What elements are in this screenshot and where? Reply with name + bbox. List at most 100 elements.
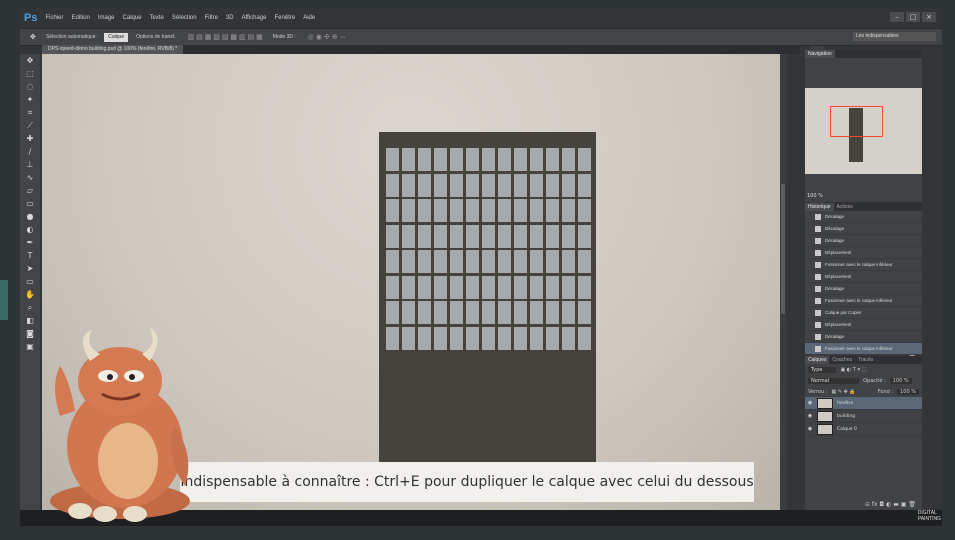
- building-window: [450, 275, 463, 299]
- history-brush-icon[interactable]: ∿: [20, 171, 40, 184]
- tab-layers[interactable]: Calques: [805, 356, 830, 364]
- healing-icon[interactable]: ✚: [20, 132, 40, 145]
- menu-edition[interactable]: Edition: [71, 15, 89, 21]
- opacity-label: Opacité :: [863, 377, 886, 384]
- building-window: [402, 199, 415, 222]
- layer-row[interactable]: ◉ building: [805, 410, 922, 423]
- history-item[interactable]: Décalage: [805, 223, 922, 235]
- layer-row[interactable]: ◉ Calque 0: [805, 423, 922, 436]
- history-item[interactable]: Déplacement: [805, 247, 922, 259]
- eyedropper-icon[interactable]: ⟋: [20, 119, 40, 132]
- 3d-icons[interactable]: ◎ ◉ ✣ ⊕ ⇔: [308, 33, 347, 41]
- building-window: [514, 148, 527, 171]
- menu-fichier[interactable]: Fichier: [45, 15, 63, 21]
- navigator-preview[interactable]: [805, 88, 922, 174]
- eraser-icon[interactable]: ▱: [20, 184, 40, 197]
- history-item[interactable]: Décalage: [805, 211, 922, 223]
- building-window: [418, 173, 431, 197]
- tab-history[interactable]: Historique: [805, 203, 834, 211]
- maximize-icon[interactable]: □: [906, 12, 920, 22]
- building-window: [482, 301, 495, 324]
- tab-actions[interactable]: Actions: [834, 203, 856, 211]
- shape-icon[interactable]: ▭: [20, 275, 40, 288]
- building-window: [482, 173, 495, 197]
- tab-channels[interactable]: Couches: [829, 356, 855, 364]
- history-item[interactable]: Décalage: [805, 283, 922, 295]
- history-item-label: Calque par Copier: [825, 310, 862, 315]
- hand-icon[interactable]: ✋: [20, 288, 40, 301]
- document-tab[interactable]: DPS-speed-démo building.psd @ 100% (fenê…: [42, 45, 184, 54]
- menu-selection[interactable]: Sélection: [172, 15, 197, 21]
- stamp-icon[interactable]: ⊥: [20, 158, 40, 171]
- building-window: [434, 326, 447, 350]
- lasso-icon[interactable]: ◌: [20, 80, 40, 93]
- building-window: [418, 199, 431, 222]
- history-item[interactable]: Déplacement: [805, 319, 922, 331]
- transform-options-label[interactable]: Options de transf.: [136, 34, 175, 40]
- opacity-field[interactable]: 100 %: [889, 377, 912, 384]
- dodge-icon[interactable]: ◐: [20, 223, 40, 236]
- building-window: [578, 148, 591, 171]
- menu-fenetre[interactable]: Fenêtre: [275, 15, 296, 21]
- building-window: [498, 199, 511, 222]
- auto-select-dropdown[interactable]: Calque: [104, 32, 129, 42]
- building-window: [450, 224, 463, 248]
- menu-filtre[interactable]: Filtre: [205, 15, 218, 21]
- zoom-value[interactable]: 100 %: [807, 193, 823, 199]
- menu-aide[interactable]: Aide: [303, 15, 315, 21]
- layer-filter-dropdown[interactable]: Type: [808, 366, 837, 373]
- canvas-scrollbar[interactable]: [780, 54, 786, 510]
- tab-navigation[interactable]: Navigation: [805, 50, 835, 58]
- minimize-icon[interactable]: –: [890, 12, 904, 22]
- menu-3d[interactable]: 3D: [226, 15, 234, 21]
- magic-wand-icon[interactable]: ✦: [20, 93, 40, 106]
- history-item[interactable]: Fusionner avec le calque inférieur: [805, 295, 922, 307]
- layer-filter-icons[interactable]: ▣ ◐ T ⌗ ⬚: [840, 367, 866, 373]
- visibility-eye-icon[interactable]: ◉: [805, 413, 815, 419]
- building-window: [386, 275, 399, 299]
- history-item[interactable]: Déplacement: [805, 271, 922, 283]
- align-icons[interactable]: ▥ ▤ ▦ ▧ ▨ ▩ ▥ ▤ ▦: [188, 33, 263, 41]
- history-item[interactable]: Décalage: [805, 331, 922, 343]
- move-tool-icon[interactable]: ✥: [30, 33, 46, 41]
- history-item[interactable]: Fusionner avec le calque inférieur: [805, 343, 922, 355]
- menu-affichage[interactable]: Affichage: [242, 15, 267, 21]
- visibility-eye-icon[interactable]: ◉: [805, 400, 815, 406]
- menu-texte[interactable]: Texte: [150, 15, 164, 21]
- gradient-icon[interactable]: ▭: [20, 197, 40, 210]
- zoom-icon[interactable]: ⌕: [20, 301, 40, 314]
- lock-icons[interactable]: ▦ ✎ ✥ 🔒: [832, 389, 856, 395]
- layers-footer-icons[interactable]: ⊝ fx ◘ ◐ ▬ ▣ 🗑: [865, 501, 916, 508]
- building-window: [418, 250, 431, 273]
- navigator-view-rect[interactable]: [830, 106, 883, 137]
- move-icon[interactable]: ✥: [20, 54, 40, 67]
- type-icon[interactable]: T: [20, 249, 40, 262]
- building-window: [562, 199, 575, 222]
- history-item[interactable]: Calque par Copier: [805, 307, 922, 319]
- building-window: [466, 148, 479, 171]
- building-window: [466, 326, 479, 350]
- tab-paths[interactable]: Tracés: [855, 356, 876, 364]
- scrollbar-thumb[interactable]: [781, 184, 785, 314]
- building-window: [450, 250, 463, 273]
- fill-field[interactable]: 100 %: [897, 388, 919, 395]
- building-window: [466, 250, 479, 273]
- workspace-dropdown[interactable]: Les indispensables: [853, 32, 936, 41]
- building-window: [434, 224, 447, 248]
- pen-icon[interactable]: ✒: [20, 236, 40, 249]
- brush-icon[interactable]: ∕: [20, 145, 40, 158]
- menu-calque[interactable]: Calque: [123, 15, 142, 21]
- blur-icon[interactable]: ●: [20, 210, 40, 223]
- history-item[interactable]: Décalage: [805, 235, 922, 247]
- history-item[interactable]: Fusionner avec le calque inférieur: [805, 259, 922, 271]
- building-window: [578, 173, 591, 197]
- path-select-icon[interactable]: ➤: [20, 262, 40, 275]
- close-icon[interactable]: ×: [922, 12, 936, 22]
- menu-image[interactable]: Image: [98, 15, 115, 21]
- marquee-icon[interactable]: ⬚: [20, 67, 40, 80]
- layer-row[interactable]: ◉ fenêtre: [805, 397, 922, 410]
- visibility-eye-icon[interactable]: ◉: [805, 426, 815, 432]
- crop-icon[interactable]: ⌗: [20, 106, 40, 119]
- blend-mode-dropdown[interactable]: Normal: [808, 377, 860, 384]
- building-window: [530, 173, 543, 197]
